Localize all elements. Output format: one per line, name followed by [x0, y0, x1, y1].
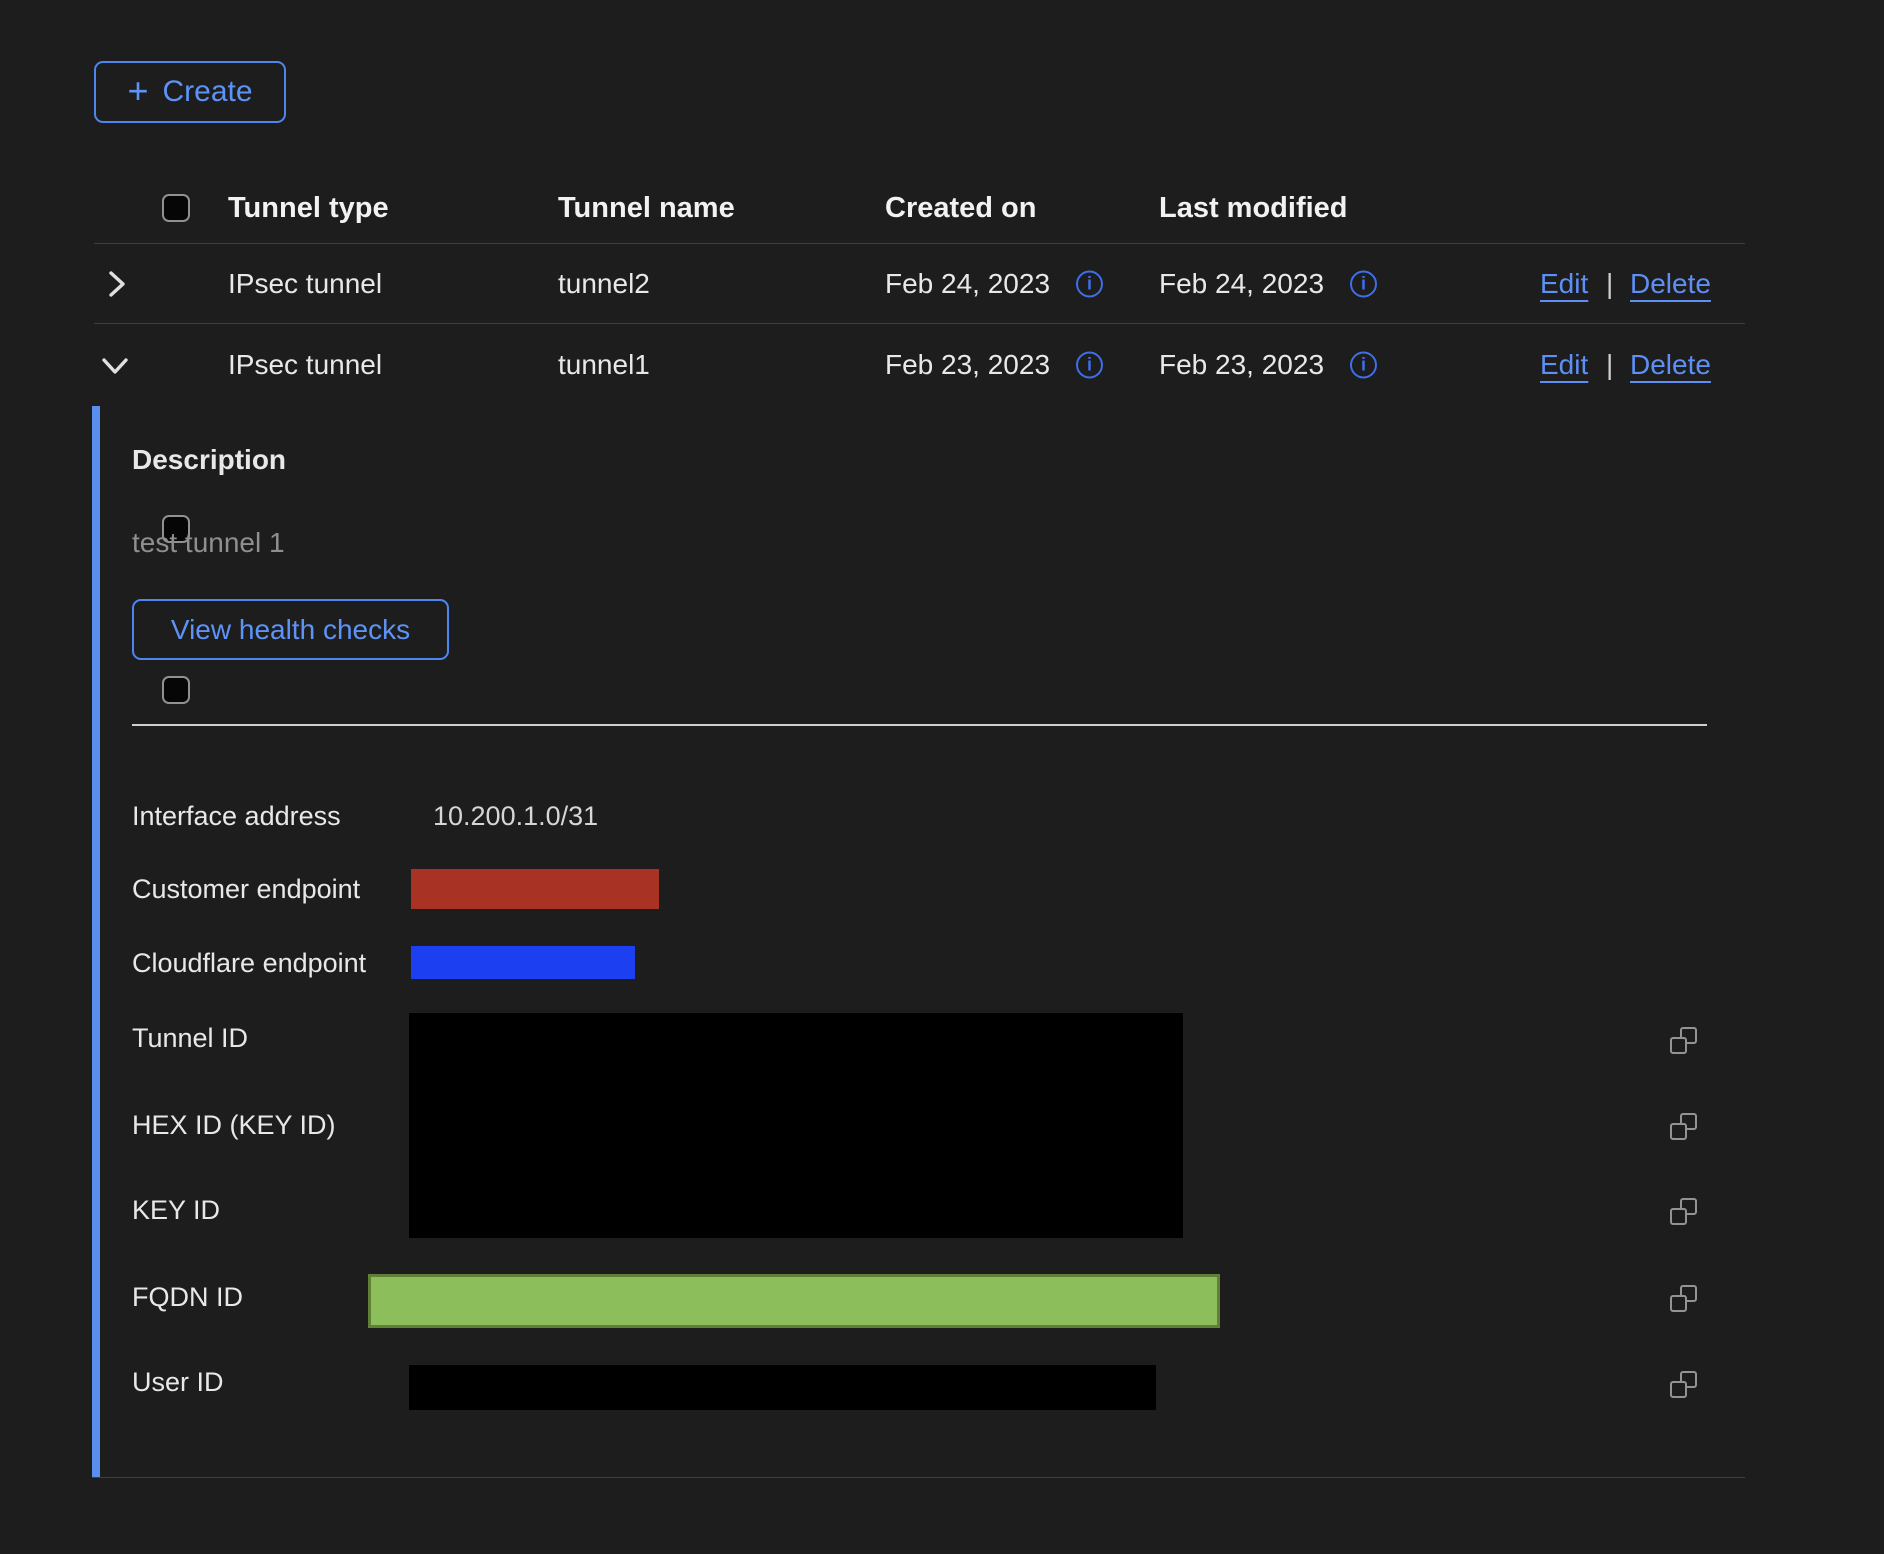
description-label: Description — [132, 444, 286, 476]
copy-icon[interactable] — [1670, 1113, 1697, 1140]
row-checkbox[interactable] — [162, 676, 190, 704]
customer-endpoint-label: Customer endpoint — [132, 874, 360, 905]
action-separator: | — [1606, 349, 1613, 381]
action-separator: | — [1606, 268, 1613, 300]
delete-link[interactable]: Delete — [1630, 268, 1711, 300]
tunnel-type-cell: IPsec tunnel — [228, 349, 382, 381]
column-header-created-on: Created on — [885, 191, 1036, 225]
copy-icon[interactable] — [1670, 1285, 1697, 1312]
select-all-checkbox[interactable] — [162, 194, 190, 222]
tunnel-name-cell: tunnel2 — [558, 268, 650, 300]
fqdn-id-redacted-value — [368, 1274, 1220, 1328]
copy-icon[interactable] — [1670, 1371, 1697, 1398]
expanded-row-bottom-divider — [92, 1477, 1745, 1478]
tunnel-name-cell: tunnel1 — [558, 349, 650, 381]
created-on-cell: Feb 24, 2023 — [885, 268, 1050, 300]
customer-endpoint-redacted-value — [411, 869, 659, 909]
column-header-tunnel-name: Tunnel name — [558, 191, 735, 225]
view-health-checks-button[interactable]: View health checks — [132, 599, 449, 660]
hex-id-label: HEX ID (KEY ID) — [132, 1110, 336, 1141]
chevron-down-icon[interactable] — [100, 353, 130, 377]
table-row: IPsec tunnel tunnel1 Feb 23, 2023 i Feb … — [0, 324, 1884, 406]
plus-icon: + — [127, 73, 148, 109]
copy-icon[interactable] — [1670, 1027, 1697, 1054]
user-id-label: User ID — [132, 1367, 224, 1398]
info-icon[interactable]: i — [1350, 271, 1377, 298]
info-icon[interactable]: i — [1350, 352, 1377, 379]
ids-redacted-value — [409, 1013, 1183, 1238]
section-divider — [132, 724, 1707, 726]
tunnel-id-label: Tunnel ID — [132, 1023, 248, 1054]
last-modified-cell: Feb 24, 2023 — [1159, 268, 1324, 300]
create-button[interactable]: + Create — [94, 61, 286, 123]
cloudflare-endpoint-redacted-value — [411, 946, 635, 979]
fqdn-id-label: FQDN ID — [132, 1282, 243, 1313]
tunnels-page: + Create Tunnel type Tunnel name Created… — [0, 0, 1884, 1554]
table-row: IPsec tunnel tunnel2 Feb 24, 2023 i Feb … — [0, 244, 1884, 324]
create-button-label: Create — [162, 75, 252, 109]
copy-icon[interactable] — [1670, 1198, 1697, 1225]
edit-link[interactable]: Edit — [1540, 349, 1588, 381]
column-header-last-modified: Last modified — [1159, 191, 1348, 225]
last-modified-cell: Feb 23, 2023 — [1159, 349, 1324, 381]
created-on-cell: Feb 23, 2023 — [885, 349, 1050, 381]
description-value: test tunnel 1 — [132, 527, 285, 559]
column-header-tunnel-type: Tunnel type — [228, 191, 389, 225]
chevron-right-icon[interactable] — [104, 269, 128, 299]
expanded-row-accent-bar — [92, 406, 100, 1477]
user-id-redacted-value — [409, 1365, 1156, 1410]
tunnel-type-cell: IPsec tunnel — [228, 268, 382, 300]
info-icon[interactable]: i — [1076, 352, 1103, 379]
interface-address-label: Interface address — [132, 801, 341, 832]
info-icon[interactable]: i — [1076, 271, 1103, 298]
edit-link[interactable]: Edit — [1540, 268, 1588, 300]
cloudflare-endpoint-label: Cloudflare endpoint — [132, 948, 366, 979]
delete-link[interactable]: Delete — [1630, 349, 1711, 381]
key-id-label: KEY ID — [132, 1195, 220, 1226]
interface-address-value: 10.200.1.0/31 — [433, 801, 598, 832]
